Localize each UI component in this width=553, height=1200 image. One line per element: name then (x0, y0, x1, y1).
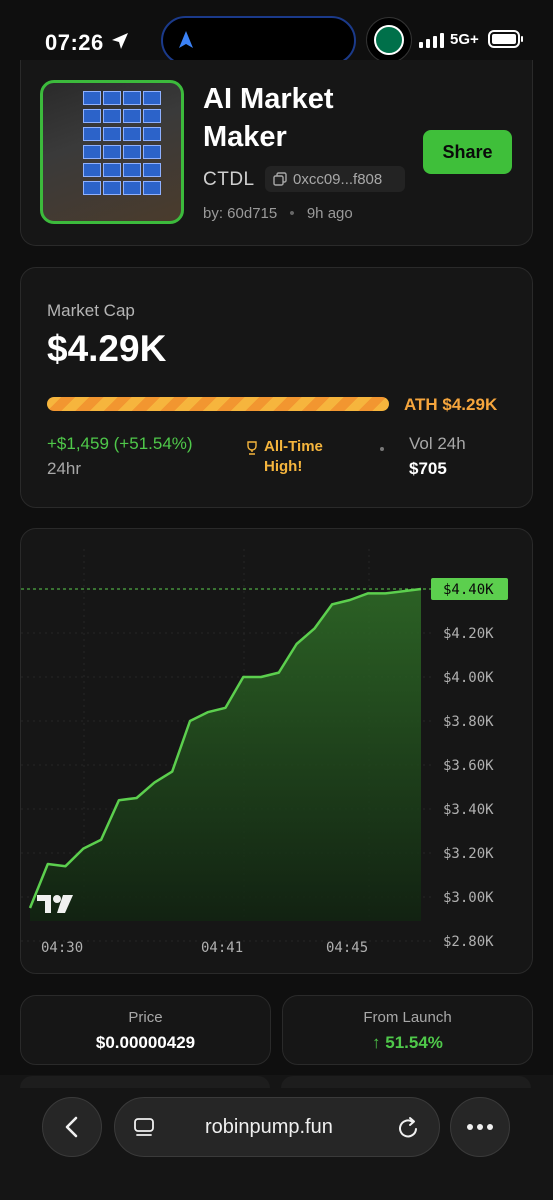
y-tick-label: $3.80K (443, 714, 494, 730)
market-cap-value: $4.29K (47, 328, 167, 369)
x-tick-label: 04:41 (201, 940, 243, 956)
volume-label: Vol 24h (409, 434, 466, 453)
y-tick-label: $4.20K (443, 626, 494, 642)
url-text[interactable]: robinpump.fun (205, 1116, 333, 1139)
reload-icon[interactable] (398, 1116, 420, 1140)
live-activity-icon[interactable] (366, 17, 412, 63)
all-time-high-badge: All-Time High! (245, 437, 323, 477)
location-arrow-icon (112, 33, 128, 49)
from-launch-stat-card: From Launch ↑ 51.54% (282, 995, 533, 1065)
y-tick-label: $2.80K (443, 934, 494, 950)
y-tick-label: $3.60K (443, 758, 494, 774)
price-chart[interactable]: $4.20K $4.00K $3.80K $3.60K $3.40K $3.20K $3.0… (21, 529, 532, 973)
next-card-edge (20, 1076, 270, 1088)
token-image[interactable] (40, 80, 184, 224)
status-time: 07:26 (45, 30, 104, 55)
last-price-label: $4.40K (443, 582, 494, 598)
copy-icon (273, 172, 287, 186)
more-button[interactable] (450, 1097, 510, 1157)
x-tick-label: 04:30 (41, 940, 83, 956)
creator[interactable]: by: 60d715 (203, 205, 277, 222)
y-tick-label: $3.20K (443, 846, 494, 862)
market-cap-label: Market Cap (47, 301, 135, 320)
change-period: 24hr (47, 459, 82, 478)
y-tick-label: $3.00K (443, 890, 494, 906)
trophy-icon (247, 441, 257, 455)
price-change: +$1,459 (+51.54%) (47, 434, 193, 453)
contract-address: 0xcc09...f808 (293, 170, 383, 188)
from-launch-label: From Launch (363, 1009, 452, 1026)
signal-icon (419, 33, 444, 48)
contract-address-chip[interactable]: 0xcc09...f808 (265, 166, 405, 192)
price-value: $0.00000429 (95, 1033, 196, 1052)
from-launch-value: ↑ 51.54% (372, 1033, 443, 1052)
back-button[interactable] (42, 1097, 102, 1157)
separator-dot (380, 447, 384, 451)
price-area (30, 589, 421, 921)
share-button[interactable]: Share (423, 130, 512, 174)
y-tick-label: $3.40K (443, 802, 494, 818)
next-card-edge (281, 1076, 531, 1088)
price-stat-card: Price $0.00000429 (20, 995, 271, 1065)
y-tick-label: $4.00K (443, 670, 494, 686)
ath-progress-bar (47, 397, 389, 411)
chevron-left-icon (65, 1116, 78, 1138)
price-label: Price (128, 1009, 163, 1026)
token-ticker: CTDL (203, 169, 255, 190)
creator-line: by: 60d715 • 9h ago (203, 205, 353, 222)
token-age: 9h ago (306, 205, 353, 222)
more-icon (467, 1124, 493, 1130)
volume-value: $705 (409, 459, 447, 478)
network-type: 5G+ (450, 31, 479, 48)
battery-icon (488, 30, 520, 48)
navigation-arrow-icon (179, 31, 193, 48)
token-name: AI Market Maker (203, 83, 334, 153)
badge-line-2: High! (264, 458, 303, 475)
battery-tip (521, 36, 523, 42)
badge-line-1: All-Time (264, 438, 323, 455)
tabs-icon[interactable] (133, 1117, 155, 1139)
x-tick-label: 04:45 (326, 940, 368, 956)
ath-label: ATH $4.29K (404, 395, 498, 414)
